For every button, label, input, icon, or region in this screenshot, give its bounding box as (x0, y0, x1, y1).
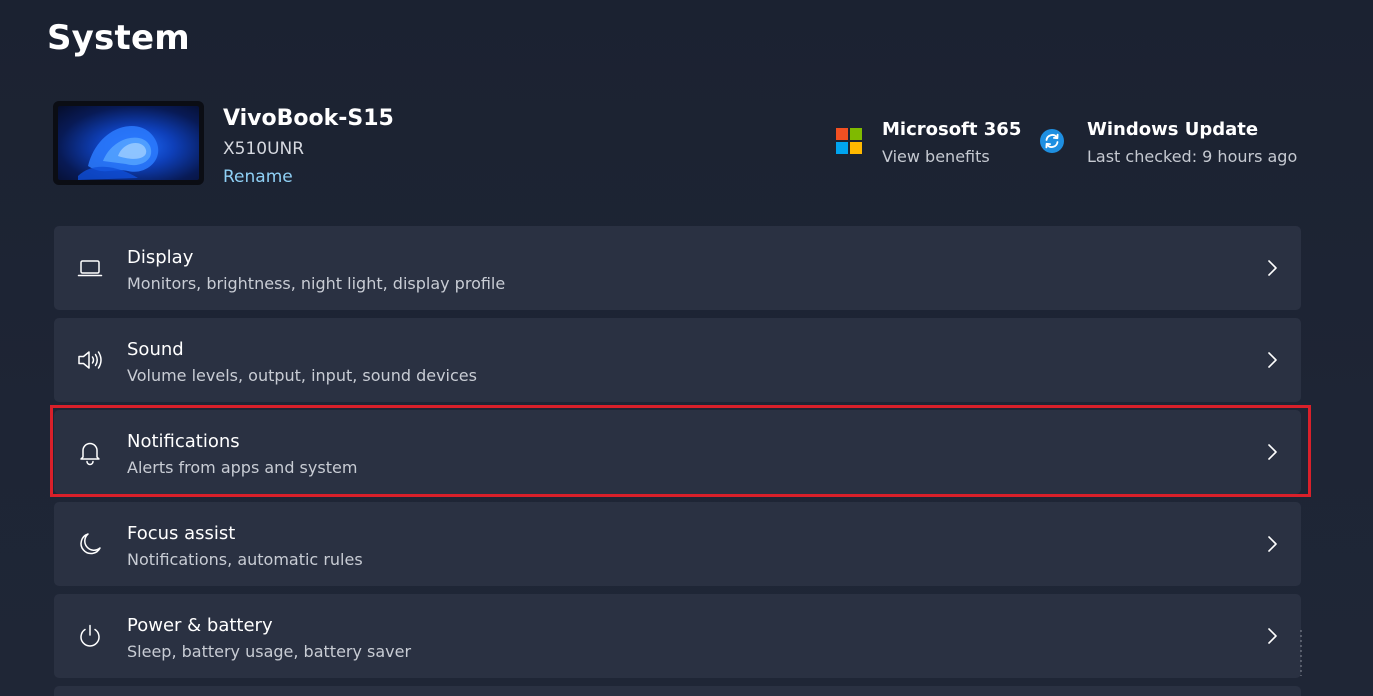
wallpaper-bloom-image (58, 106, 199, 180)
settings-item-title: Display (127, 247, 194, 268)
microsoft-365-subtitle: View benefits (882, 147, 990, 166)
chevron-right-icon (1265, 535, 1279, 553)
speaker-icon (76, 346, 104, 374)
windows-update-subtitle: Last checked: 9 hours ago (1087, 147, 1298, 166)
microsoft-365-title: Microsoft 365 (882, 119, 1022, 140)
chevron-right-icon (1265, 443, 1279, 461)
chevron-right-icon (1265, 351, 1279, 369)
settings-item-title: Power & battery (127, 615, 273, 636)
scrollbar-indicator[interactable] (1297, 628, 1309, 678)
settings-item-title: Sound (127, 339, 184, 360)
bell-icon (76, 438, 104, 466)
settings-system-page: System VivoBook-S15 X510UNR Rename Micro… (0, 0, 1373, 696)
settings-item-subtitle: Monitors, brightness, night light, displ… (127, 274, 506, 293)
laptop-icon (76, 254, 104, 282)
windows-update-link[interactable]: Windows Update Last checked: 9 hours ago (1039, 118, 1297, 172)
settings-item-focus-assist[interactable]: Focus assist Notifications, automatic ru… (54, 502, 1301, 586)
settings-item-title: Notifications (127, 431, 240, 452)
chevron-right-icon (1265, 627, 1279, 645)
settings-item-subtitle: Alerts from apps and system (127, 458, 358, 477)
settings-item-subtitle: Sleep, battery usage, battery saver (127, 642, 412, 661)
next-settings-item-partial[interactable] (54, 686, 1301, 696)
settings-item-subtitle: Notifications, automatic rules (127, 550, 363, 569)
sync-icon (1039, 128, 1067, 156)
microsoft-logo-icon (836, 128, 864, 156)
settings-item-power-battery[interactable]: Power & battery Sleep, battery usage, ba… (54, 594, 1301, 678)
windows-update-title: Windows Update (1087, 119, 1259, 140)
rename-link[interactable]: Rename (223, 167, 293, 187)
settings-item-subtitle: Volume levels, output, input, sound devi… (127, 366, 477, 385)
settings-item-title: Focus assist (127, 523, 236, 544)
settings-item-sound[interactable]: Sound Volume levels, output, input, soun… (54, 318, 1301, 402)
device-model: X510UNR (223, 139, 305, 159)
power-icon (76, 622, 104, 650)
settings-item-display[interactable]: Display Monitors, brightness, night ligh… (54, 226, 1301, 310)
settings-item-notifications[interactable]: Notifications Alerts from apps and syste… (54, 410, 1301, 494)
device-name: VivoBook-S15 (223, 106, 394, 131)
page-title: System (47, 18, 190, 58)
device-thumbnail (53, 101, 204, 185)
moon-icon (76, 530, 104, 558)
chevron-right-icon (1265, 259, 1279, 277)
microsoft-365-link[interactable]: Microsoft 365 View benefits (836, 118, 1021, 172)
